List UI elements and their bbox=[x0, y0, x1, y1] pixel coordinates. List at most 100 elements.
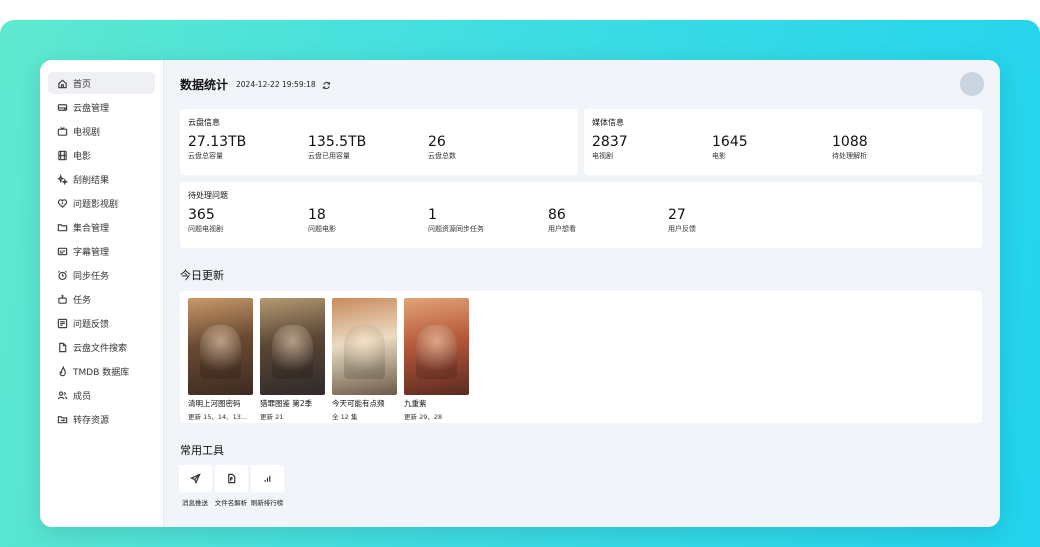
poster-title: 今天可能有点频 bbox=[332, 399, 385, 408]
stat-label: 问题电视剧 bbox=[188, 225, 223, 233]
avatar[interactable] bbox=[960, 72, 984, 96]
poster-image[interactable] bbox=[404, 298, 469, 395]
media-info-title: 媒体信息 bbox=[592, 118, 624, 127]
sidebar-item-10[interactable]: 问题反馈 bbox=[48, 312, 155, 334]
poster-card[interactable]: 今天可能有点频全 12 集 bbox=[332, 298, 397, 421]
tool-item: 文件名解析 bbox=[214, 465, 248, 507]
sidebar-item-9[interactable]: 任务 bbox=[48, 288, 155, 310]
sidebar-item-7[interactable]: 字幕管理 bbox=[48, 240, 155, 262]
sidebar-item-label: 转存资源 bbox=[73, 415, 110, 426]
tool-button[interactable] bbox=[214, 465, 248, 492]
poster-image[interactable] bbox=[260, 298, 325, 395]
folder-transfer-icon bbox=[56, 413, 68, 425]
poster-title: 清明上河图密码 bbox=[188, 399, 241, 408]
home-icon bbox=[56, 77, 68, 89]
poster-title: 猎罪图鉴 第2季 bbox=[260, 399, 313, 408]
cloud-info-title: 云盘信息 bbox=[188, 118, 220, 127]
tool-label: 刷新排行榜 bbox=[250, 499, 284, 507]
stat-label: 用户反馈 bbox=[668, 225, 696, 233]
timestamp: 2024-12-22 19:59:18 bbox=[236, 79, 316, 89]
stat-value: 1088 bbox=[832, 134, 868, 150]
poster-image[interactable] bbox=[188, 298, 253, 395]
page-title: 数据统计 bbox=[180, 77, 229, 92]
stat-label: 用户想看 bbox=[548, 225, 576, 233]
cloud-info-card: 云盘信息 27.13TB 云盘总容量 135.5TB 云盘已用容量 26 云盘总数 bbox=[180, 109, 578, 175]
sidebar-item-label: 同步任务 bbox=[73, 271, 110, 282]
poster-episodes: 全 12 集 bbox=[332, 413, 358, 421]
film-icon bbox=[56, 149, 68, 161]
poster-card[interactable]: 九重紫更新 29、28 bbox=[404, 298, 469, 421]
pending-stat[interactable]: 365 问题电视剧 bbox=[188, 207, 308, 234]
poster-card[interactable]: 猎罪图鉴 第2季 更新 21 bbox=[260, 298, 325, 421]
pending-stat[interactable]: 1 问题资源同步任务 bbox=[428, 207, 548, 234]
heart-alert-icon bbox=[56, 197, 68, 209]
file-parse-icon bbox=[226, 469, 237, 488]
media-info-stat[interactable]: 1645 电影 bbox=[712, 134, 832, 161]
sidebar-item-label: 刮削结果 bbox=[73, 175, 110, 186]
poster-episodes: 更新 21 bbox=[260, 413, 284, 421]
media-info-stat[interactable]: 1088 待处理解析 bbox=[832, 134, 952, 161]
sidebar-item-14[interactable]: 转存资源 bbox=[48, 408, 155, 430]
media-info-stat[interactable]: 2837 电视剧 bbox=[592, 134, 712, 161]
stat-value: 86 bbox=[548, 207, 566, 223]
pending-card: 待处理问题 365 问题电视剧 18 问题电影 1 问题资源同步任务 86 用户想看 27 用户反… bbox=[180, 182, 982, 248]
today-section-title: 今日更新 bbox=[180, 269, 224, 282]
send-icon bbox=[189, 469, 201, 488]
flame-icon bbox=[56, 365, 68, 377]
stat-value: 2837 bbox=[592, 134, 628, 150]
sidebar-item-5[interactable]: 问题影视剧 bbox=[48, 192, 155, 214]
stat-label: 电视剧 bbox=[592, 152, 613, 160]
sidebar-item-label: 云盘管理 bbox=[73, 103, 110, 114]
sidebar-item-0[interactable]: 首页 bbox=[48, 72, 155, 94]
sidebar-item-8[interactable]: 同步任务 bbox=[48, 264, 155, 286]
sidebar-item-2[interactable]: 电视剧 bbox=[48, 120, 155, 142]
sidebar-item-4[interactable]: 刮削结果 bbox=[48, 168, 155, 190]
cloud-info-stat[interactable]: 26 云盘总数 bbox=[428, 134, 548, 161]
sidebar-item-1[interactable]: 云盘管理 bbox=[48, 96, 155, 118]
sidebar-item-label: 问题反馈 bbox=[73, 319, 110, 330]
refresh-icon[interactable] bbox=[322, 75, 331, 94]
today-card: 清明上河图密码 更新 15、14、13... 猎罪图鉴 第2季 更新 21 今天可能有点… bbox=[180, 291, 982, 423]
poster-episodes: 更新 29、28 bbox=[404, 413, 443, 421]
cloud-info-stat[interactable]: 135.5TB 云盘已用容量 bbox=[308, 134, 428, 161]
pending-stat[interactable]: 86 用户想看 bbox=[548, 207, 668, 234]
sidebar-item-label: 首页 bbox=[73, 79, 92, 90]
tv-icon bbox=[56, 125, 68, 137]
pending-title: 待处理问题 bbox=[188, 191, 228, 200]
sidebar-item-13[interactable]: 成员 bbox=[48, 384, 155, 406]
pending-stat[interactable]: 27 用户反馈 bbox=[668, 207, 788, 234]
sidebar-item-12[interactable]: TMDB 数据库 bbox=[48, 360, 155, 382]
tool-button[interactable] bbox=[178, 465, 212, 492]
stat-label: 问题电影 bbox=[308, 225, 336, 233]
poster-card[interactable]: 清明上河图密码 更新 15、14、13... bbox=[188, 298, 253, 421]
cloud-info-stat[interactable]: 27.13TB 云盘总容量 bbox=[188, 134, 308, 161]
sidebar-item-label: 成员 bbox=[73, 391, 92, 402]
app-window: 首页 云盘管理 电视剧 电影 刮削结果 问题影视剧 集合管理 字幕管理 同步任务 任务 问题反馈 云盘… bbox=[40, 60, 1000, 527]
stat-value: 27.13TB bbox=[188, 134, 247, 150]
poster-title: 九重紫 bbox=[404, 399, 427, 408]
tool-item: 刷新排行榜 bbox=[250, 465, 284, 507]
subtitle-icon bbox=[56, 245, 68, 257]
sidebar-item-6[interactable]: 集合管理 bbox=[48, 216, 155, 238]
sidebar: 首页云盘管理电视剧电影刮削结果问题影视剧集合管理 字幕管理同步任务任务问题反馈云盘… bbox=[40, 60, 164, 527]
sidebar-item-label: 电视剧 bbox=[73, 127, 101, 138]
sidebar-item-label: 任务 bbox=[73, 295, 92, 306]
sidebar-item-label: 问题影视剧 bbox=[73, 199, 119, 210]
tool-button[interactable] bbox=[250, 465, 284, 492]
stat-value: 1 bbox=[428, 207, 437, 223]
sidebar-item-3[interactable]: 电影 bbox=[48, 144, 155, 166]
stat-label: 云盘总数 bbox=[428, 152, 456, 160]
poster-image[interactable] bbox=[332, 298, 397, 395]
sidebar-item-11[interactable]: 云盘文件搜索 bbox=[48, 336, 155, 358]
drive-icon bbox=[56, 101, 68, 113]
stat-label: 云盘已用容量 bbox=[308, 152, 350, 160]
stat-label: 电影 bbox=[712, 152, 726, 160]
stat-value: 27 bbox=[668, 207, 686, 223]
sidebar-item-label: 云盘文件搜索 bbox=[73, 343, 128, 354]
tool-label: 文件名解析 bbox=[214, 499, 248, 507]
stat-label: 云盘总容量 bbox=[188, 152, 223, 160]
tools-row: 消息推送 文件名解析 刷新排行榜 bbox=[178, 465, 284, 507]
stat-label: 待处理解析 bbox=[832, 152, 867, 160]
stat-value: 26 bbox=[428, 134, 446, 150]
pending-stat[interactable]: 18 问题电影 bbox=[308, 207, 428, 234]
